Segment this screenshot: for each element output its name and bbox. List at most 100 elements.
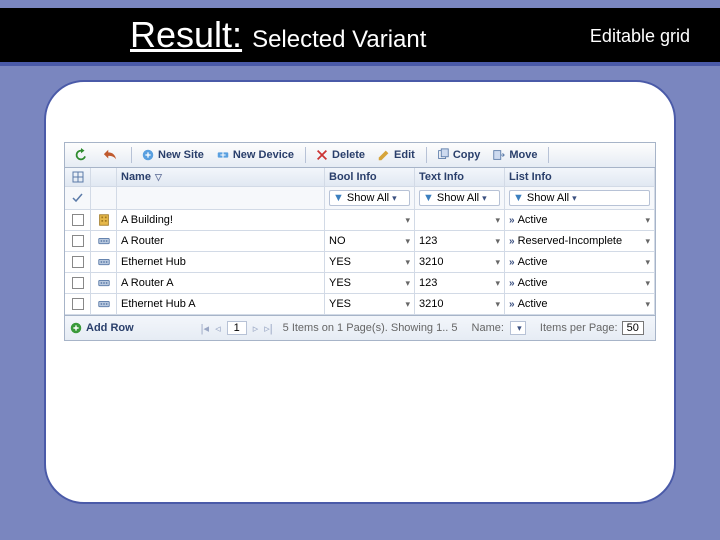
ipp-input[interactable]: 50 <box>622 321 644 335</box>
row-type-icon <box>91 294 117 314</box>
row-text: 3210 <box>419 256 443 268</box>
grid-icon <box>72 171 84 183</box>
chevron-down-icon: ▾ <box>405 236 410 247</box>
row-checkbox[interactable] <box>65 210 91 230</box>
header-name-label: Name <box>121 171 151 183</box>
table-row[interactable]: A Router AYES▾123▾»Active▾ <box>65 273 655 294</box>
row-bool-cell[interactable]: ▾ <box>325 210 415 230</box>
grid-toolbar: New Site New Device Delete Edit Copy <box>65 143 655 168</box>
new-site-label: New Site <box>158 149 204 161</box>
pager-next-icon[interactable]: ▹ <box>253 322 259 335</box>
row-text-cell[interactable]: 3210▾ <box>415 294 505 314</box>
row-list-cell[interactable]: »Reserved-Incomplete▾ <box>505 231 655 251</box>
row-text-cell[interactable]: 123 ▾ <box>415 273 505 293</box>
row-name-cell[interactable]: A Router A <box>117 273 325 293</box>
row-type-icon <box>91 273 117 293</box>
funnel-icon: ▼ <box>513 192 524 204</box>
filter-list-input[interactable]: ▼ Show All ▾ <box>509 190 650 206</box>
row-list-cell[interactable]: »Active▾ <box>505 294 655 314</box>
row-bool-cell[interactable]: YES▾ <box>325 273 415 293</box>
pager: |◂ ◃ 1 ▹ ▹| <box>201 321 273 335</box>
chevron-down-icon: ▾ <box>572 193 577 204</box>
header-list[interactable]: List Info <box>505 168 655 186</box>
separator <box>305 147 306 163</box>
row-name-cell[interactable]: A Router <box>117 231 325 251</box>
row-name-cell[interactable]: A Building! <box>117 210 325 230</box>
pager-first-icon[interactable]: |◂ <box>201 322 209 335</box>
row-text-cell[interactable]: 3210▾ <box>415 252 505 272</box>
row-text-cell[interactable]: ▾ <box>415 210 505 230</box>
grid-status-bar: Add Row |◂ ◃ 1 ▹ ▹| 5 Items on 1 Page(s)… <box>65 315 655 340</box>
title-right: Editable grid <box>590 26 690 47</box>
filter-text-input[interactable]: ▼ Show All ▾ <box>419 190 500 206</box>
slide-title: Result: Selected Variant Editable grid <box>0 8 720 66</box>
chevron-down-icon: ▾ <box>495 215 500 226</box>
filter-bool[interactable]: ▼ Show All ▾ <box>325 187 415 209</box>
table-row[interactable]: Ethernet HubYES▾3210▾»Active▾ <box>65 252 655 273</box>
row-bool-cell[interactable]: YES▾ <box>325 294 415 314</box>
row-list: Active <box>518 298 548 310</box>
header-text[interactable]: Text Info <box>415 168 505 186</box>
header-bool[interactable]: Bool Info <box>325 168 415 186</box>
pager-page[interactable]: 1 <box>227 321 247 335</box>
chevron-down-icon: ▾ <box>645 257 650 268</box>
chevron-down-icon: ▾ <box>392 193 397 204</box>
name-filter-dropdown[interactable]: ▾ <box>510 321 526 335</box>
pager-prev-icon[interactable]: ◃ <box>215 322 221 335</box>
row-list-cell[interactable]: »Active▾ <box>505 273 655 293</box>
row-checkbox[interactable] <box>65 294 91 314</box>
row-text-cell[interactable]: 123▾ <box>415 231 505 251</box>
column-headers: Name ▽ Bool Info Text Info List Info <box>65 168 655 187</box>
delete-button[interactable]: Delete <box>310 146 370 164</box>
refresh-icon <box>74 148 88 162</box>
building-icon <box>97 213 111 227</box>
row-text: 3210 <box>419 298 443 310</box>
undo-icon <box>103 148 117 162</box>
chevron-down-icon: ▾ <box>495 278 500 289</box>
filter-text-text: Show All <box>437 192 479 204</box>
row-bool-cell[interactable]: NO ▾ <box>325 231 415 251</box>
row-checkbox[interactable] <box>65 231 91 251</box>
chevron-down-icon: ▾ <box>405 278 410 289</box>
add-row-label: Add Row <box>86 322 134 334</box>
row-text: 123 <box>419 277 437 289</box>
row-name-cell[interactable]: Ethernet Hub A <box>117 294 325 314</box>
device-icon <box>97 276 111 290</box>
row-checkbox[interactable] <box>65 273 91 293</box>
header-selector[interactable] <box>65 168 91 186</box>
delete-label: Delete <box>332 149 365 161</box>
back-button[interactable] <box>98 146 125 164</box>
table-row[interactable]: A Building!▾▾»Active▾ <box>65 210 655 231</box>
row-name: A Router <box>121 235 164 247</box>
row-bool-cell[interactable]: YES▾ <box>325 252 415 272</box>
header-name[interactable]: Name ▽ <box>117 168 325 186</box>
row-list: Active <box>518 277 548 289</box>
new-site-button[interactable]: New Site <box>136 146 209 164</box>
sort-indicator-icon: ▽ <box>155 172 162 183</box>
chevron-down-icon: ▾ <box>645 278 650 289</box>
move-button[interactable]: Move <box>487 146 542 164</box>
refresh-button[interactable] <box>69 146 96 164</box>
filter-list[interactable]: ▼ Show All ▾ <box>505 187 655 209</box>
edit-button[interactable]: Edit <box>372 146 420 164</box>
row-name: A Router A <box>121 277 174 289</box>
row-type-icon <box>91 231 117 251</box>
filter-check-toggle[interactable] <box>65 187 91 209</box>
table-row[interactable]: Ethernet Hub AYES▾3210▾»Active▾ <box>65 294 655 315</box>
filter-bool-input[interactable]: ▼ Show All ▾ <box>329 190 410 206</box>
row-checkbox[interactable] <box>65 252 91 272</box>
pager-last-icon[interactable]: ▹| <box>264 322 272 335</box>
edit-icon <box>377 148 391 162</box>
copy-button[interactable]: Copy <box>431 146 486 164</box>
filter-text[interactable]: ▼ Show All ▾ <box>415 187 505 209</box>
row-name-cell[interactable]: Ethernet Hub <box>117 252 325 272</box>
table-row[interactable]: A Router NO ▾ 123▾»Reserved-Incomplete▾ <box>65 231 655 252</box>
row-name: Ethernet Hub <box>121 256 186 268</box>
chevron-down-icon: ▾ <box>405 299 410 310</box>
new-device-button[interactable]: New Device <box>211 146 299 164</box>
add-row-button[interactable]: Add Row <box>69 319 139 337</box>
row-list-cell[interactable]: »Active▾ <box>505 210 655 230</box>
row-list: Active <box>518 256 548 268</box>
row-list-cell[interactable]: »Active▾ <box>505 252 655 272</box>
row-bool: NO <box>329 235 346 247</box>
